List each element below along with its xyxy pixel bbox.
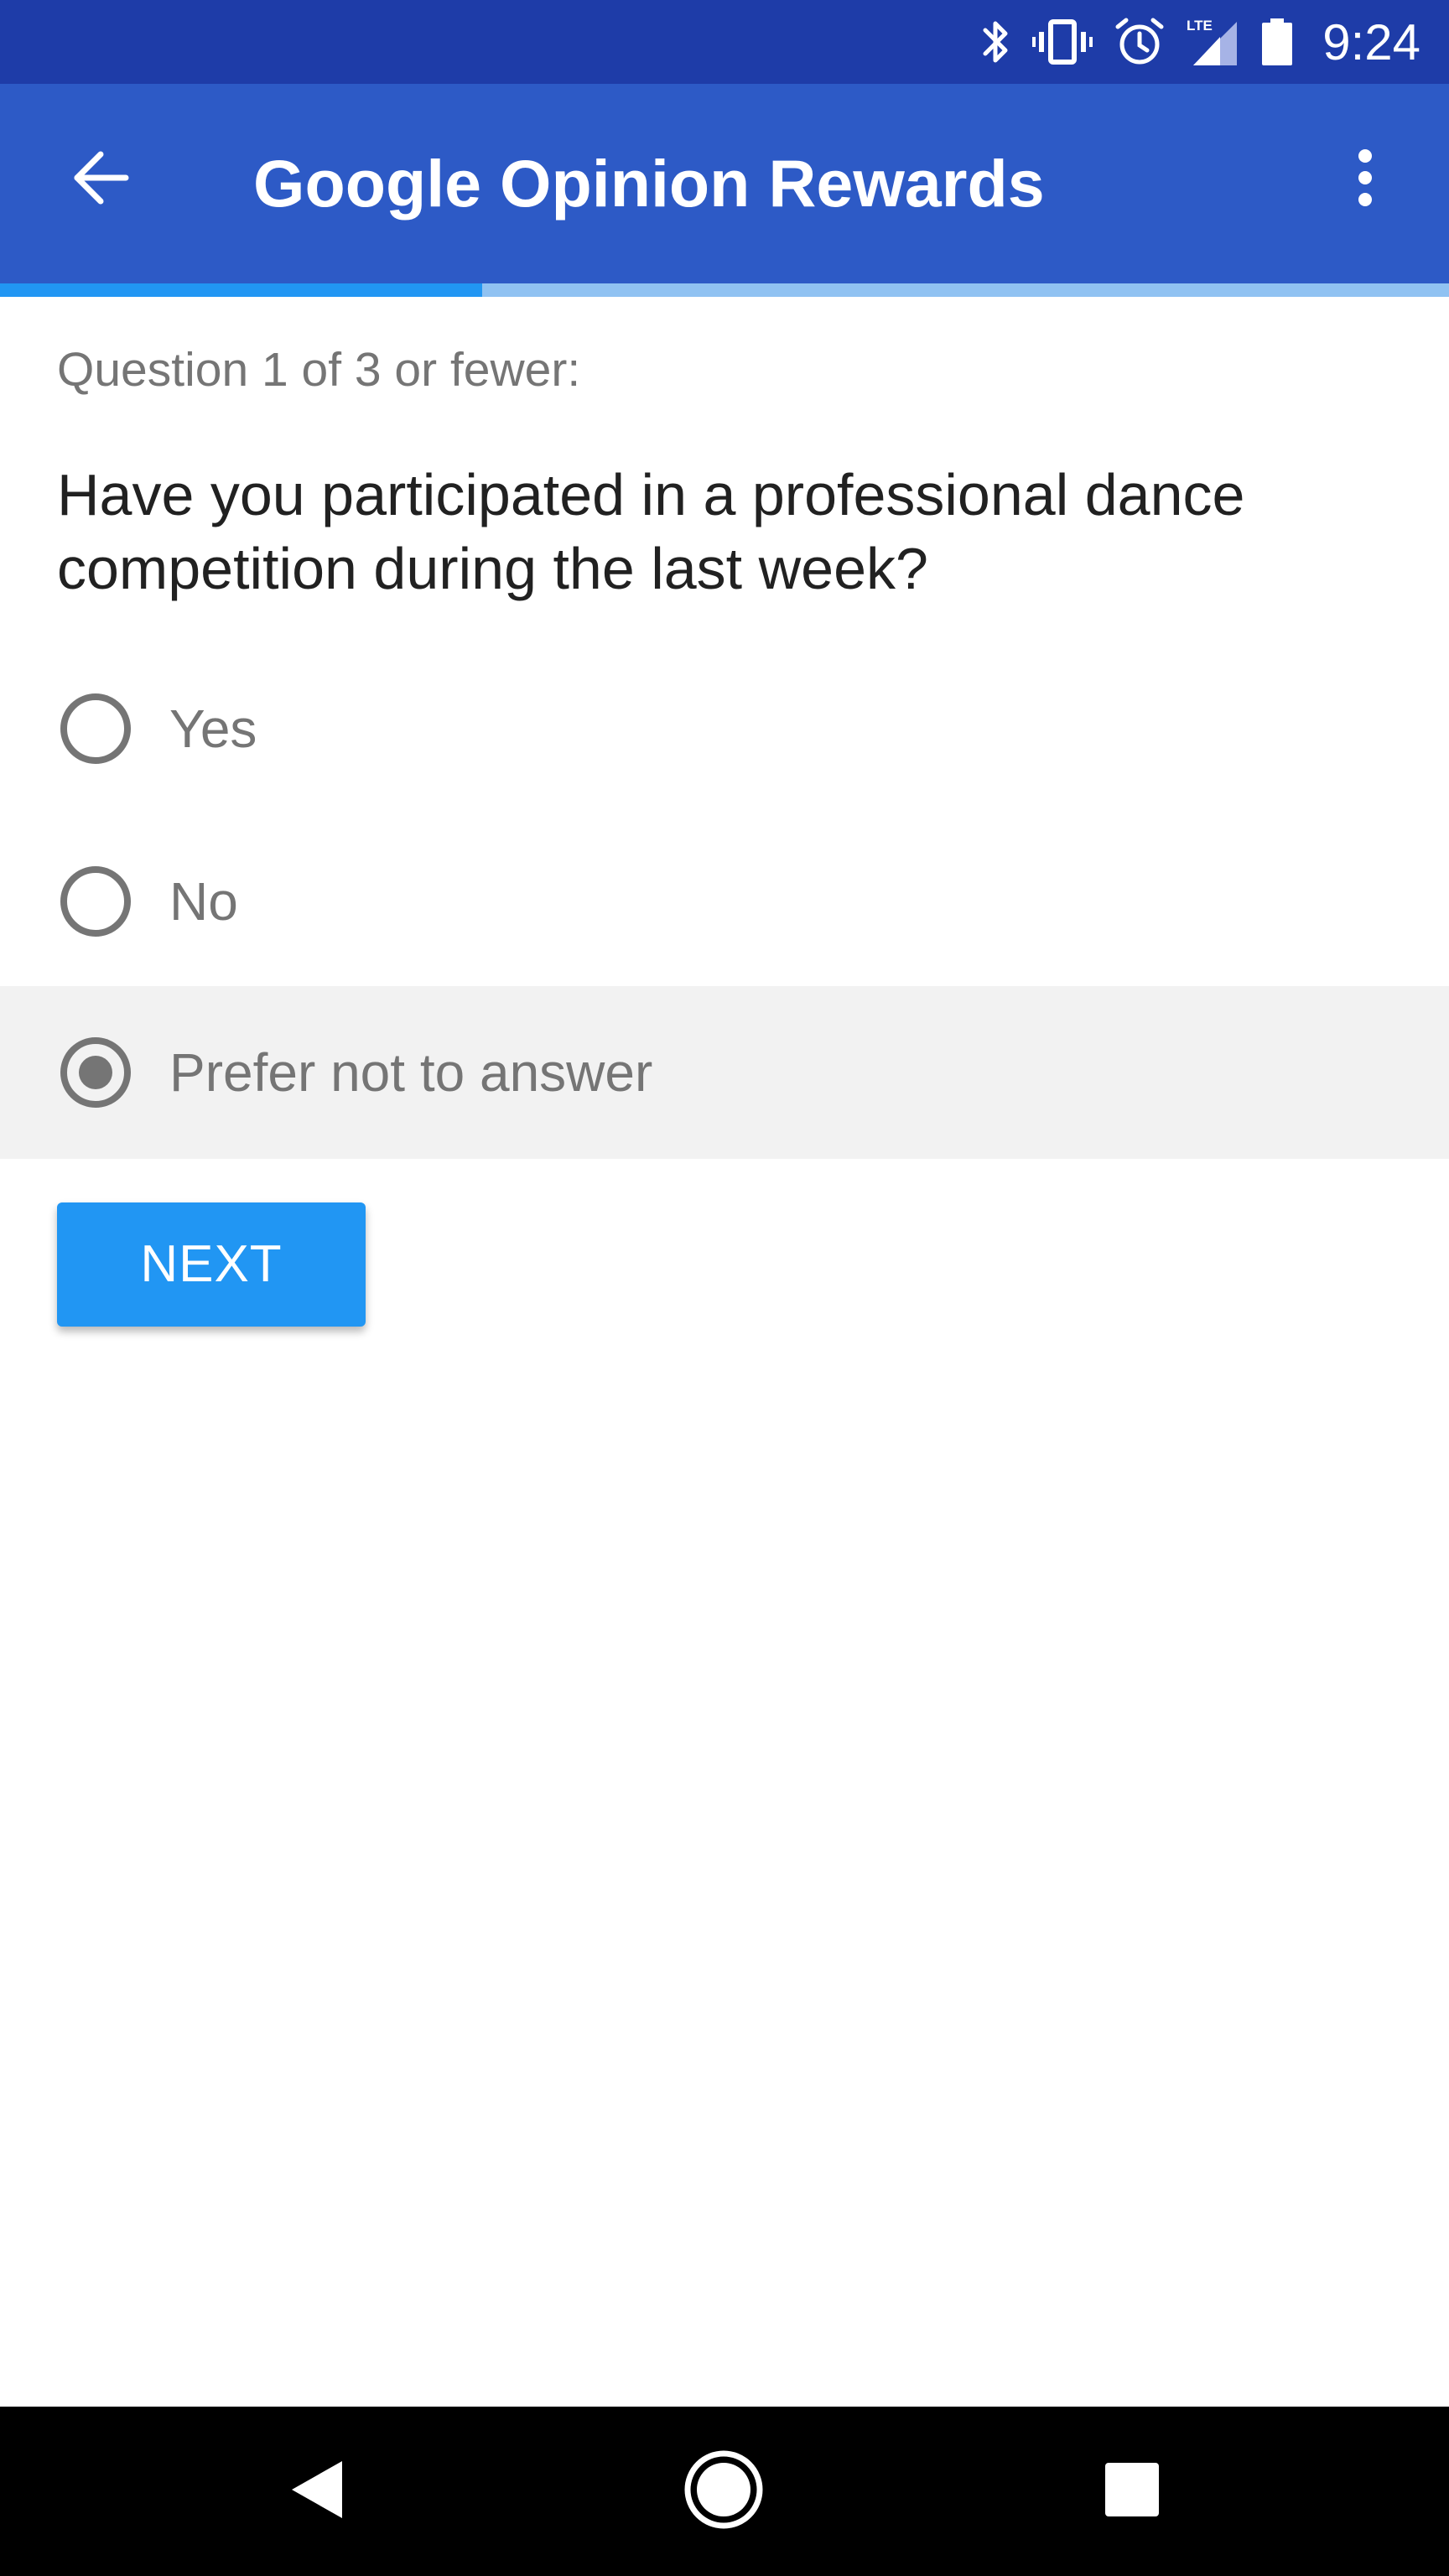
question-text: Have you participated in a professional …	[57, 462, 1245, 601]
radio-button[interactable]	[60, 693, 131, 764]
option-yes[interactable]: Yes	[0, 642, 1449, 815]
option-label: No	[169, 871, 238, 932]
bluetooth-icon	[982, 18, 1010, 65]
nav-back-button[interactable]	[267, 2441, 367, 2542]
survey-progress-bar	[0, 283, 1449, 297]
nav-home-icon	[682, 2448, 766, 2536]
status-time: 9:24	[1322, 13, 1420, 70]
option-label: Prefer not to answer	[169, 1042, 653, 1103]
overflow-menu-button[interactable]	[1315, 129, 1415, 230]
status-bar: LTE 9:24	[0, 0, 1449, 84]
question-counter: Question 1 of 3 or fewer:	[57, 343, 581, 397]
app-title: Google Opinion Rewards	[253, 146, 1045, 221]
navigation-bar	[0, 2407, 1449, 2576]
svg-text:LTE: LTE	[1187, 18, 1213, 34]
radio-selected-dot	[79, 1056, 112, 1089]
back-button[interactable]	[50, 129, 151, 230]
radio-button[interactable]	[60, 1037, 131, 1108]
alarm-icon	[1114, 17, 1165, 67]
battery-icon	[1260, 17, 1294, 67]
option-no[interactable]: No	[0, 815, 1449, 988]
option-prefer-not-to-answer[interactable]: Prefer not to answer	[0, 986, 1449, 1159]
vibrate-icon	[1032, 18, 1093, 65]
app-bar: Google Opinion Rewards	[0, 84, 1449, 283]
status-icons: LTE 9:24	[982, 0, 1420, 84]
survey-progress-fill	[0, 283, 482, 297]
more-vertical-icon	[1355, 148, 1375, 212]
arrow-back-icon	[70, 148, 131, 212]
next-button[interactable]: NEXT	[57, 1202, 366, 1327]
lte-signal-icon: LTE	[1187, 17, 1239, 67]
nav-recents-icon	[1104, 2462, 1160, 2521]
nav-back-icon	[288, 2458, 345, 2526]
option-label: Yes	[169, 699, 257, 759]
nav-recents-button[interactable]	[1082, 2441, 1182, 2542]
radio-button[interactable]	[60, 866, 131, 937]
nav-home-button[interactable]	[673, 2441, 774, 2542]
